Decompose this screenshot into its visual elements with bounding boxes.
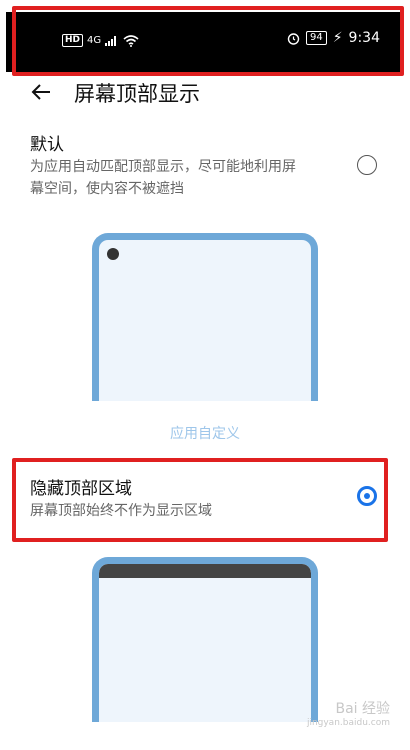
watermark-main: Bai 经验 (335, 701, 390, 717)
hidden-top-band (99, 564, 311, 578)
status-left: HD 4G (62, 34, 139, 47)
option-default-desc-line1: 为应用自动匹配顶部显示，尽可能地利用屏 (30, 159, 296, 175)
watermark-sub: jingyan.baidu.com (306, 718, 390, 728)
hide-top-preview-illustration (92, 557, 318, 722)
clock: 9:34 (348, 30, 380, 46)
option-default-radio[interactable] (357, 155, 377, 175)
option-hide-top-title: 隐藏顶部区域 (30, 479, 132, 499)
status-right: 94 ⚡ 9:34 (287, 30, 380, 46)
wifi-icon (123, 34, 139, 47)
option-default-title: 默认 (30, 135, 64, 155)
option-default-desc-line2: 幕空间，使内容不被遮挡 (30, 181, 184, 197)
alarm-icon (287, 32, 300, 45)
watermark: Bai 经验 jingyan.baidu.com (307, 698, 390, 728)
charging-icon: ⚡ (332, 30, 343, 46)
signal-icon (105, 35, 117, 46)
option-hide-top-radio[interactable] (357, 486, 377, 506)
section-label: 应用自定义 (170, 426, 240, 442)
status-bar: HD 4G 94 ⚡ 9:34 (6, 12, 402, 72)
hd-indicator: HD (62, 34, 84, 47)
network-label: 4G (87, 35, 102, 46)
page-title: 屏幕顶部显示 (74, 82, 200, 106)
default-preview-illustration (92, 233, 318, 401)
battery-indicator: 94 (305, 31, 327, 45)
back-arrow-icon[interactable] (30, 80, 54, 104)
option-hide-top-desc: 屏幕顶部始终不作为显示区域 (30, 503, 212, 519)
camera-hole (107, 248, 119, 260)
page-header: 屏幕顶部显示 (0, 70, 410, 114)
